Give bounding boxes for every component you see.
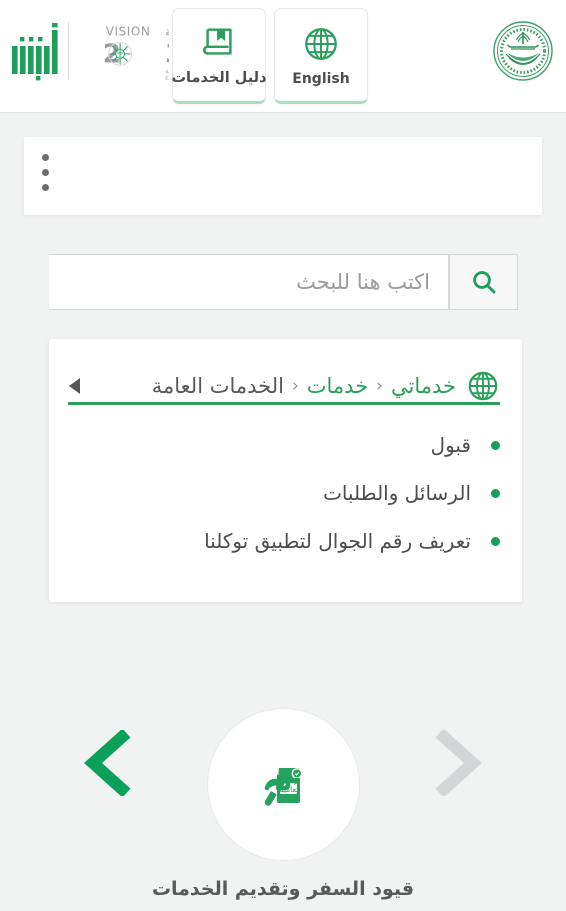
svg-text:KINGDOM OF SAUDI ARABIA: KINGDOM OF SAUDI ARABIA — [165, 76, 169, 82]
svg-text:30: 30 — [165, 40, 169, 70]
svg-text:المملكة العربية السعودية: المملكة العربية السعودية — [165, 67, 169, 75]
services-guide-label: دليل الخدمات — [171, 70, 267, 87]
services-guide-button[interactable]: دليل الخدمات — [171, 8, 267, 104]
toolbar-card — [24, 137, 542, 215]
breadcrumb-link-0[interactable]: خدماتي — [391, 374, 456, 398]
services-navigation-card: خدماتي › خدمات › الخدمات العامة قبول الر… — [49, 339, 522, 602]
svg-text:رؤيــة: رؤيــة — [165, 25, 169, 40]
services-list: قبول الرسائل والطلبات تعريف رقم الجوال ل… — [49, 421, 522, 565]
chevron-left-icon — [84, 730, 131, 796]
hand-holding-circular-document-icon: تعاميم — [264, 767, 302, 806]
dot-1 — [42, 154, 49, 161]
book-icon — [203, 28, 232, 55]
search-submit-button[interactable] — [449, 254, 518, 310]
globe-icon — [305, 27, 337, 60]
search-icon — [472, 271, 495, 294]
list-item-label: قبول — [430, 433, 471, 457]
breadcrumb-current: الخدمات العامة — [151, 374, 284, 398]
globe-icon — [468, 371, 498, 401]
service-carousel: تعاميم قيود السفر وتقديم الخدمات — [0, 700, 566, 911]
header-button-group: English دليل الخدمات — [171, 8, 368, 104]
list-item-label: تعريف رقم الجوال لتطبيق توكلنا — [204, 529, 471, 553]
vision-2030-logo-icon: VISION رؤيــة 2 30 المملكة العربية السعو… — [103, 25, 169, 82]
chevron-right-icon — [435, 730, 482, 796]
search-bar — [49, 254, 518, 310]
carousel-item[interactable]: تعاميم — [207, 708, 360, 861]
breadcrumb-link-1[interactable]: خدمات — [307, 374, 368, 398]
breadcrumb-underline — [68, 402, 500, 405]
page-root: English دليل الخدمات VISION 2 ة K اكتب ه… — [0, 0, 566, 911]
bullet-dot-icon — [491, 536, 500, 546]
carousel-caption: قيود السفر وتقديم الخدمات — [151, 878, 415, 900]
dot-2 — [42, 169, 49, 176]
list-item[interactable]: الرسائل والطلبات — [49, 469, 522, 517]
search-input[interactable] — [49, 254, 449, 310]
triangle-right-icon[interactable] — [69, 378, 80, 394]
breadcrumb-separator: › — [376, 376, 383, 396]
list-item-label: الرسائل والطلبات — [323, 481, 471, 505]
bullet-dot-icon — [491, 488, 500, 498]
language-toggle-label: English — [292, 70, 350, 87]
carousel-next-button[interactable] — [428, 730, 490, 796]
brand-logo-group: VISION رؤيــة 2 30 المملكة العربية السعو… — [8, 20, 169, 82]
language-toggle-button[interactable]: English — [274, 8, 368, 104]
carousel-prev-button[interactable] — [76, 730, 138, 796]
saudi-ministry-of-interior-emblem-icon[interactable] — [492, 20, 554, 82]
svg-text:VISION: VISION — [106, 25, 151, 39]
bullet-dot-icon — [491, 440, 500, 450]
logo-divider — [68, 22, 69, 80]
breadcrumb-separator: › — [291, 376, 299, 396]
absher-logo-icon[interactable] — [8, 20, 60, 82]
list-item[interactable]: تعريف رقم الجوال لتطبيق توكلنا — [49, 517, 522, 565]
site-header: English دليل الخدمات VISION 2 ة K — [0, 0, 566, 113]
vertical-three-dots-icon[interactable] — [42, 154, 49, 191]
list-item[interactable]: قبول — [49, 421, 522, 469]
dot-3 — [42, 184, 49, 191]
